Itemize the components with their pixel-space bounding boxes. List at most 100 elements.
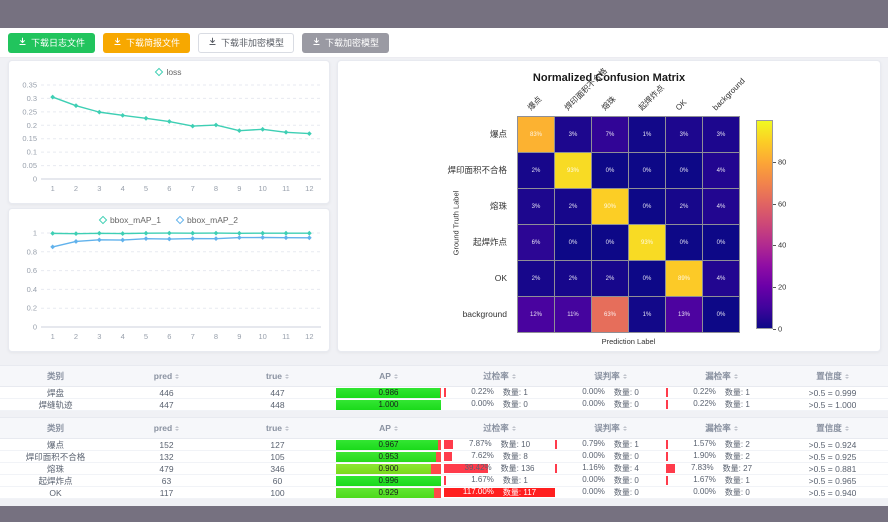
column-header-miss-rate: 漏检率: [666, 366, 777, 386]
confidence-cell: >0.5 = 0.999: [777, 387, 888, 398]
rate-bar: [666, 464, 675, 473]
column-header-true: true: [222, 418, 333, 438]
metrics-tables: 类别predtrueAP过检率误判率漏检率置信度焊盘4464470.9860.2…: [0, 365, 888, 499]
legend-marker-icon: [176, 216, 184, 224]
column-header-misjudge-rate: 误判率: [555, 366, 666, 386]
sort-icon[interactable]: [285, 372, 289, 381]
ap-value: 0.953: [336, 452, 441, 462]
svg-text:10: 10: [258, 184, 266, 193]
overdetect-cell: 7.62%数量: 8: [444, 451, 555, 462]
rate-percent: 0.22%: [693, 399, 716, 410]
rate-count: 数量: 117: [503, 487, 536, 498]
svg-text:0.35: 0.35: [22, 81, 37, 90]
svg-text:7: 7: [191, 332, 195, 341]
sort-icon[interactable]: [845, 372, 849, 381]
rate-percent: 0.00%: [582, 451, 605, 462]
sort-icon[interactable]: [845, 424, 849, 433]
miss-cell: 0.22%数量: 1: [666, 387, 777, 398]
sort-icon[interactable]: [175, 372, 179, 381]
rate-values: 0.22%数量: 1: [471, 387, 528, 398]
legend-item-loss[interactable]: loss: [156, 67, 181, 77]
column-header-category: 类别: [0, 366, 111, 386]
sort-icon[interactable]: [623, 424, 627, 433]
table-row: 熔珠4793460.90039.42%数量: 1361.16%数量: 47.83…: [0, 463, 888, 475]
column-header-label: 误判率: [594, 370, 620, 382]
pred-cell: 152: [111, 439, 222, 450]
ap-value: 0.996: [336, 476, 441, 486]
rate-percent: 1.16%: [582, 463, 605, 474]
svg-text:5: 5: [144, 332, 148, 341]
sort-icon[interactable]: [623, 372, 627, 381]
sort-icon[interactable]: [734, 372, 738, 381]
button-label: 下载加密模型: [325, 36, 379, 49]
svg-text:3: 3: [97, 184, 101, 193]
rate-percent: 1.67%: [471, 475, 494, 486]
sort-icon[interactable]: [285, 424, 289, 433]
rate-values: 0.22%数量: 1: [693, 399, 750, 410]
download-icon: [312, 37, 321, 48]
svg-text:0.05: 0.05: [22, 161, 37, 170]
column-header-label: 类别: [47, 422, 64, 434]
rate-percent: 0.79%: [582, 439, 605, 450]
column-header-label: pred: [154, 423, 172, 433]
ap-cell: 0.967: [333, 439, 444, 450]
column-header-label: 漏检率: [705, 370, 731, 382]
map-chart-legend: bbox_mAP_1 bbox_mAP_2: [9, 209, 329, 227]
rate-values: 0.00%数量: 0: [582, 399, 639, 410]
rate-values: 1.90%数量: 2: [693, 451, 750, 462]
rate-count: 数量: 1: [614, 439, 639, 450]
rate-percent: 7.83%: [691, 463, 714, 474]
colorbar-tick: [773, 245, 776, 246]
confusion-cell: 63%: [592, 297, 628, 332]
column-header-miss-rate: 漏检率: [666, 418, 777, 438]
true-cell: 346: [222, 463, 333, 474]
miss-cell: 1.67%数量: 1: [666, 475, 777, 486]
column-header-label: 过检率: [483, 422, 509, 434]
ap-bar-track: 0.986: [336, 388, 441, 398]
rate-count: 数量: 10: [501, 439, 530, 450]
category-cell: 焊盘: [0, 387, 111, 398]
rate-bar: [666, 452, 668, 461]
download-icon: [208, 37, 217, 48]
sort-icon[interactable]: [512, 424, 516, 433]
confusion-cell: 3%: [703, 117, 739, 152]
miss-cell: 1.90%数量: 2: [666, 451, 777, 462]
row-label: background: [338, 296, 512, 331]
svg-text:11: 11: [282, 332, 290, 341]
table-row: 起焊炸点63600.9961.67%数量: 10.00%数量: 01.67%数量…: [0, 475, 888, 487]
rate-count: 数量: 1: [725, 387, 750, 398]
sort-icon[interactable]: [175, 424, 179, 433]
overdetect-cell: 0.00%数量: 0: [444, 399, 555, 410]
rate-values: 1.57%数量: 2: [693, 439, 750, 450]
legend-item-bbox_mAP_1[interactable]: bbox_mAP_1: [100, 215, 161, 225]
legend-item-bbox_mAP_2[interactable]: bbox_mAP_2: [177, 215, 238, 225]
colorbar-tick-label: 60: [778, 199, 786, 208]
category-cell: OK: [0, 487, 111, 498]
download-plain-model-button[interactable]: 下载非加密模型: [198, 33, 294, 53]
rate-count: 数量: 2: [725, 451, 750, 462]
true-cell: 127: [222, 439, 333, 450]
sort-icon[interactable]: [394, 372, 398, 381]
column-header-ap: AP: [333, 418, 444, 438]
svg-text:0: 0: [33, 323, 37, 332]
download-log-button[interactable]: 下载日志文件: [8, 33, 95, 53]
sort-icon[interactable]: [512, 372, 516, 381]
true-cell: 105: [222, 451, 333, 462]
column-header-label: 置信度: [816, 422, 842, 434]
rate-values: 0.00%数量: 0: [471, 399, 528, 410]
download-report-button[interactable]: 下载简报文件: [103, 33, 190, 53]
rate-bar: [666, 440, 668, 449]
svg-text:8: 8: [214, 332, 218, 341]
column-header-label: 误判率: [594, 422, 620, 434]
rate-count: 数量: 27: [723, 463, 752, 474]
sort-icon[interactable]: [734, 424, 738, 433]
sort-icon[interactable]: [394, 424, 398, 433]
confusion-cell: 11%: [555, 297, 591, 332]
svg-text:12: 12: [305, 184, 313, 193]
category-cell: 起焊炸点: [0, 475, 111, 486]
download-encrypted-model-button[interactable]: 下载加密模型: [302, 33, 389, 53]
category-cell: 爆点: [0, 439, 111, 450]
ap-bar-track: 1.000: [336, 400, 441, 410]
column-header-label: 置信度: [816, 370, 842, 382]
rate-values: 7.83% 数量: 27: [691, 463, 752, 474]
